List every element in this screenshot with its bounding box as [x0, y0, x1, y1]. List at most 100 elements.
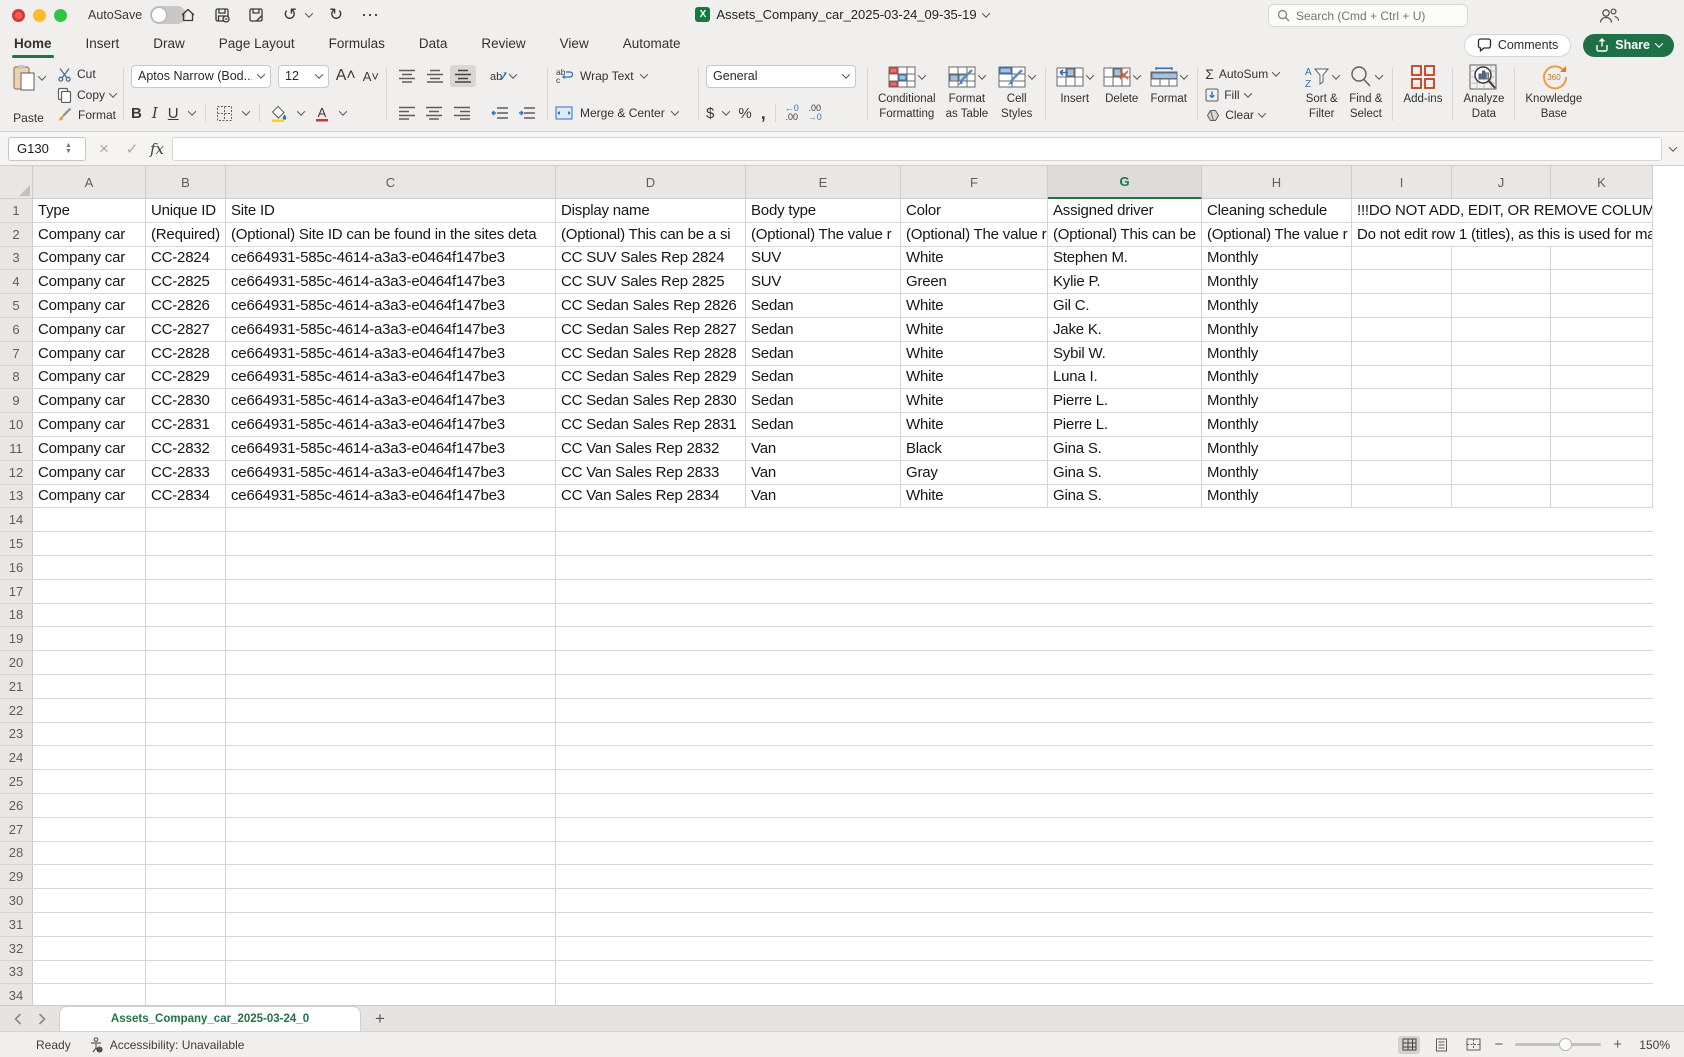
empty-region-row-31[interactable] — [556, 913, 1653, 936]
cell-A26[interactable] — [33, 794, 146, 817]
cell-C22[interactable] — [226, 699, 556, 722]
cell-B16[interactable] — [146, 556, 226, 579]
cell-F4[interactable]: Green — [901, 270, 1048, 293]
cell-A6[interactable]: Company car — [33, 318, 146, 341]
row-header-27[interactable]: 27 — [0, 818, 33, 841]
row-header-23[interactable]: 23 — [0, 723, 33, 746]
cell-F8[interactable]: White — [901, 366, 1048, 389]
cell-A18[interactable] — [33, 604, 146, 627]
cell-B9[interactable]: CC-2830 — [146, 389, 226, 412]
cell-G12[interactable]: Gina S. — [1048, 461, 1202, 484]
cell-C1[interactable]: Site ID — [226, 199, 556, 222]
cell-F6[interactable]: White — [901, 318, 1048, 341]
percent-format-icon[interactable]: % — [738, 105, 751, 122]
cell-K5[interactable] — [1551, 294, 1653, 317]
cell-A4[interactable]: Company car — [33, 270, 146, 293]
cell-B14[interactable] — [146, 508, 226, 531]
cell-E2[interactable]: (Optional) The value r — [746, 223, 901, 246]
cell-K10[interactable] — [1551, 413, 1653, 436]
cell-K6[interactable] — [1551, 318, 1653, 341]
cell-J8[interactable] — [1452, 366, 1551, 389]
column-header-C[interactable]: C — [226, 166, 556, 199]
cell-E5[interactable]: Sedan — [746, 294, 901, 317]
decrease-decimal-icon[interactable]: .00→0 — [808, 104, 822, 122]
row-header-1[interactable]: 1 — [0, 199, 33, 222]
cell-A28[interactable] — [33, 842, 146, 865]
cell-C29[interactable] — [226, 865, 556, 888]
cell-G3[interactable]: Stephen M. — [1048, 247, 1202, 270]
cell-B3[interactable]: CC-2824 — [146, 247, 226, 270]
cell-B19[interactable] — [146, 627, 226, 650]
row-header-29[interactable]: 29 — [0, 865, 33, 888]
orientation-icon[interactable]: ab — [488, 68, 508, 84]
conditional-formatting-button[interactable]: Conditional Formatting — [873, 62, 941, 129]
cell-C30[interactable] — [226, 889, 556, 912]
cell-E4[interactable]: SUV — [746, 270, 901, 293]
cell-A17[interactable] — [33, 580, 146, 603]
cell-A12[interactable]: Company car — [33, 461, 146, 484]
cell-G4[interactable]: Kylie P. — [1048, 270, 1202, 293]
wrap-text-icon[interactable]: abc — [555, 68, 573, 84]
delete-cells-button[interactable]: Delete — [1098, 62, 1145, 129]
insert-cells-button[interactable]: Insert — [1051, 62, 1098, 129]
cell-B33[interactable] — [146, 961, 226, 984]
cell-H5[interactable]: Monthly — [1202, 294, 1352, 317]
page-break-view-icon[interactable] — [1462, 1036, 1484, 1054]
cell-D12[interactable]: CC Van Sales Rep 2833 — [556, 461, 746, 484]
cell-E6[interactable]: Sedan — [746, 318, 901, 341]
cell-J7[interactable] — [1452, 342, 1551, 365]
align-center-icon[interactable] — [422, 102, 448, 124]
cell-C11[interactable]: ce664931-585c-4614-a3a3-e0464f147be3 — [226, 437, 556, 460]
cell-E7[interactable]: Sedan — [746, 342, 901, 365]
cell-C8[interactable]: ce664931-585c-4614-a3a3-e0464f147be3 — [226, 366, 556, 389]
cell-B24[interactable] — [146, 746, 226, 769]
cell-D2[interactable]: (Optional) This can be a si — [556, 223, 746, 246]
cell-D9[interactable]: CC Sedan Sales Rep 2830 — [556, 389, 746, 412]
cell-H8[interactable]: Monthly — [1202, 366, 1352, 389]
cell-C15[interactable] — [226, 532, 556, 555]
cell-D6[interactable]: CC Sedan Sales Rep 2827 — [556, 318, 746, 341]
cell-I5[interactable] — [1352, 294, 1452, 317]
cell-I13[interactable] — [1352, 485, 1452, 508]
column-header-I[interactable]: I — [1352, 166, 1452, 199]
column-header-K[interactable]: K — [1551, 166, 1653, 199]
cell-B1[interactable]: Unique ID — [146, 199, 226, 222]
empty-region-row-30[interactable] — [556, 889, 1653, 912]
align-left-icon[interactable] — [394, 102, 420, 124]
cell-B34[interactable] — [146, 984, 226, 1005]
row-header-21[interactable]: 21 — [0, 675, 33, 698]
empty-region-row-27[interactable] — [556, 818, 1653, 841]
cell-A10[interactable]: Company car — [33, 413, 146, 436]
row-header-16[interactable]: 16 — [0, 556, 33, 579]
decrease-font-size-icon[interactable]: A˅ — [363, 69, 379, 84]
cell-C9[interactable]: ce664931-585c-4614-a3a3-e0464f147be3 — [226, 389, 556, 412]
cell-E9[interactable]: Sedan — [746, 389, 901, 412]
cell-C6[interactable]: ce664931-585c-4614-a3a3-e0464f147be3 — [226, 318, 556, 341]
cell-C16[interactable] — [226, 556, 556, 579]
cell-G7[interactable]: Sybil W. — [1048, 342, 1202, 365]
format-painter-button[interactable]: Format — [57, 105, 116, 125]
cell-H11[interactable]: Monthly — [1202, 437, 1352, 460]
row-header-17[interactable]: 17 — [0, 580, 33, 603]
empty-region-row-24[interactable] — [556, 746, 1653, 769]
name-box-input[interactable] — [9, 141, 61, 156]
cell-D11[interactable]: CC Van Sales Rep 2832 — [556, 437, 746, 460]
cell-B2[interactable]: (Required) — [146, 223, 226, 246]
borders-chevron-icon[interactable] — [241, 107, 249, 115]
cell-B29[interactable] — [146, 865, 226, 888]
cell-C19[interactable] — [226, 627, 556, 650]
cell-K3[interactable] — [1551, 247, 1653, 270]
cell-F10[interactable]: White — [901, 413, 1048, 436]
font-size-select[interactable]: 12 — [278, 65, 329, 88]
cell-F7[interactable]: White — [901, 342, 1048, 365]
cell-H6[interactable]: Monthly — [1202, 318, 1352, 341]
row-header-7[interactable]: 7 — [0, 342, 33, 365]
cell-B6[interactable]: CC-2827 — [146, 318, 226, 341]
cell-C32[interactable] — [226, 937, 556, 960]
cell-B20[interactable] — [146, 651, 226, 674]
cell-D1[interactable]: Display name — [556, 199, 746, 222]
cell-A8[interactable]: Company car — [33, 366, 146, 389]
find-select-button[interactable]: Find & Select — [1344, 62, 1387, 129]
row-header-32[interactable]: 32 — [0, 937, 33, 960]
cell-A16[interactable] — [33, 556, 146, 579]
